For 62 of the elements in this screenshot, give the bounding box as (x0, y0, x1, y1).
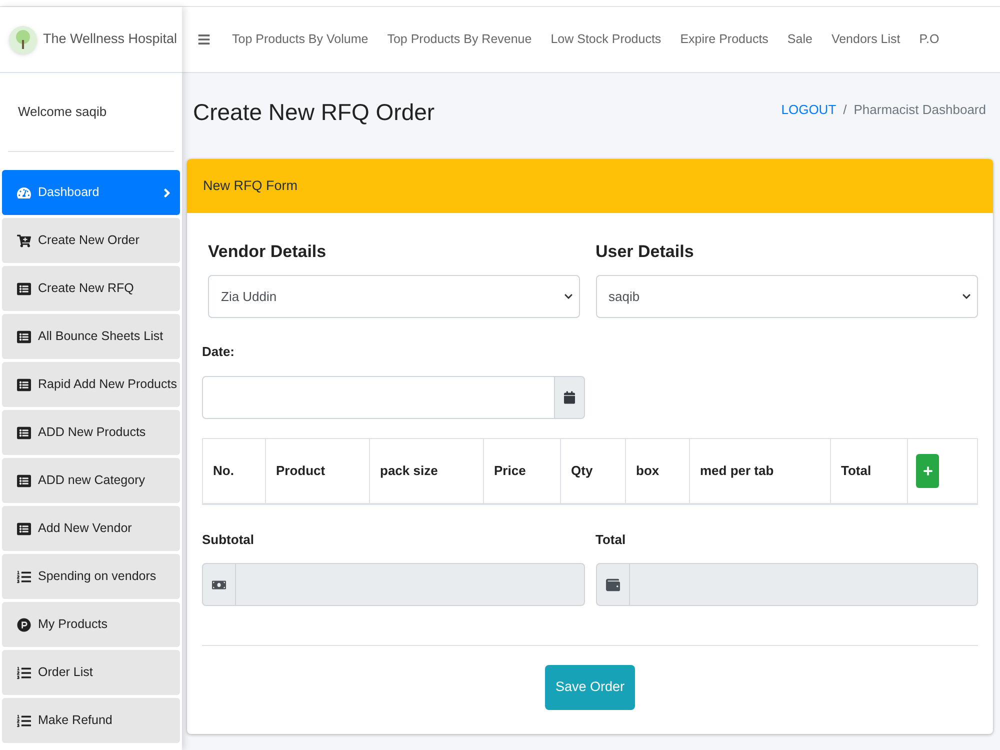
gauge-icon (17, 186, 31, 200)
sidebar-item[interactable]: My Products (2, 602, 180, 647)
user-select[interactable]: saqib (596, 275, 978, 318)
sidebar-item[interactable]: Add New Vendor (2, 506, 180, 551)
sidebar-item[interactable]: Spending on vendors (2, 554, 180, 599)
total-label: Total (596, 532, 627, 548)
sidebar-item[interactable]: Dashboard (2, 170, 180, 215)
column-header: Qty (571, 462, 593, 480)
wallet-icon (606, 578, 620, 592)
numbered-list-icon (17, 666, 31, 680)
menu-icon[interactable] (198, 33, 210, 46)
sidebar-item[interactable]: Create New Order (2, 218, 180, 263)
column-header: med per tab (700, 462, 774, 480)
column-header: No. (213, 462, 234, 480)
chevron-down-icon (962, 292, 971, 301)
subtotal-label: Subtotal (202, 532, 255, 548)
numbered-list-icon (17, 714, 31, 728)
welcome-text: Welcome saqib (18, 103, 107, 122)
sidebar-item[interactable]: Rapid Add New Products (2, 362, 180, 407)
add-row-button[interactable] (916, 454, 939, 488)
nav-link[interactable]: Expire Products (680, 30, 768, 49)
numbered-list-icon (17, 570, 31, 584)
nav-link[interactable]: P.O (919, 30, 940, 49)
vendor-select[interactable]: Zia Uddin (208, 275, 580, 318)
sidebar-item[interactable]: All Bounce Sheets List (2, 314, 180, 359)
list-icon (17, 522, 31, 536)
sidebar-item[interactable]: ADD new Category (2, 458, 180, 503)
nav-link[interactable]: Sale (787, 30, 812, 49)
sidebar-item[interactable]: Make Refund (2, 698, 180, 743)
calendar-icon (564, 391, 575, 404)
column-header: Product (276, 462, 326, 480)
list-icon (17, 378, 31, 392)
logout-link[interactable]: LOGOUT (781, 100, 836, 120)
column-header: Total (841, 462, 872, 480)
plus-icon (922, 466, 932, 476)
tree-logo-icon (9, 26, 37, 54)
page-title: Create New RFQ Order (193, 98, 435, 128)
hospital-name: The Wellness Hospital (43, 30, 178, 48)
nav-link[interactable]: Top Products By Revenue (387, 30, 532, 49)
card-title: New RFQ Form (203, 176, 298, 195)
date-picker-button[interactable] (555, 376, 585, 419)
date-field[interactable] (202, 376, 555, 419)
cart-plus-icon (17, 234, 31, 248)
list-icon (17, 282, 31, 296)
nav-link[interactable]: Low Stock Products (550, 30, 662, 49)
column-header: box (636, 462, 660, 480)
date-label: Date: (202, 344, 236, 360)
list-icon (17, 330, 31, 344)
list-icon (17, 474, 31, 488)
nav-link[interactable]: Vendors List (831, 30, 900, 49)
nav-link[interactable]: Top Products By Volume (232, 30, 368, 49)
sidebar-item[interactable]: ADD New Products (2, 410, 180, 455)
breadcrumb-separator: / (843, 100, 847, 119)
sidebar-item[interactable]: Order List (2, 650, 180, 695)
user-details-label: User Details (596, 241, 695, 263)
column-header: Price (494, 462, 526, 480)
sidebar-item[interactable]: Create New RFQ (2, 266, 180, 311)
vendor-details-label: Vendor Details (208, 241, 328, 263)
list-icon (17, 426, 31, 440)
breadcrumb-current: Pharmacist Dashboard (854, 100, 986, 119)
chevron-down-icon (564, 292, 572, 301)
column-header: pack size (380, 462, 438, 480)
